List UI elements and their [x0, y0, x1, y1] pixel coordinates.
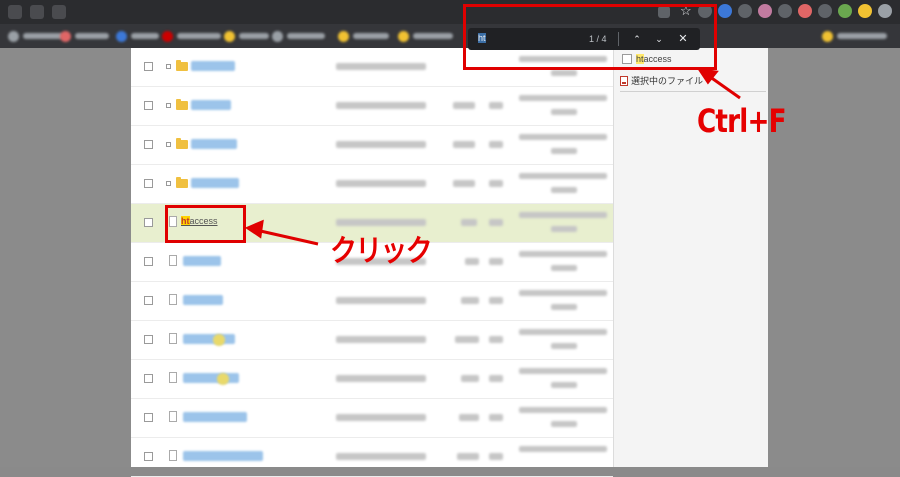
arrow-head: [244, 219, 264, 239]
arrow-to-file: [255, 228, 319, 246]
click-label: クリック: [330, 234, 433, 269]
ctrl-f-label: Ctrl+F: [697, 102, 787, 140]
annotation-arrows: [244, 68, 741, 246]
